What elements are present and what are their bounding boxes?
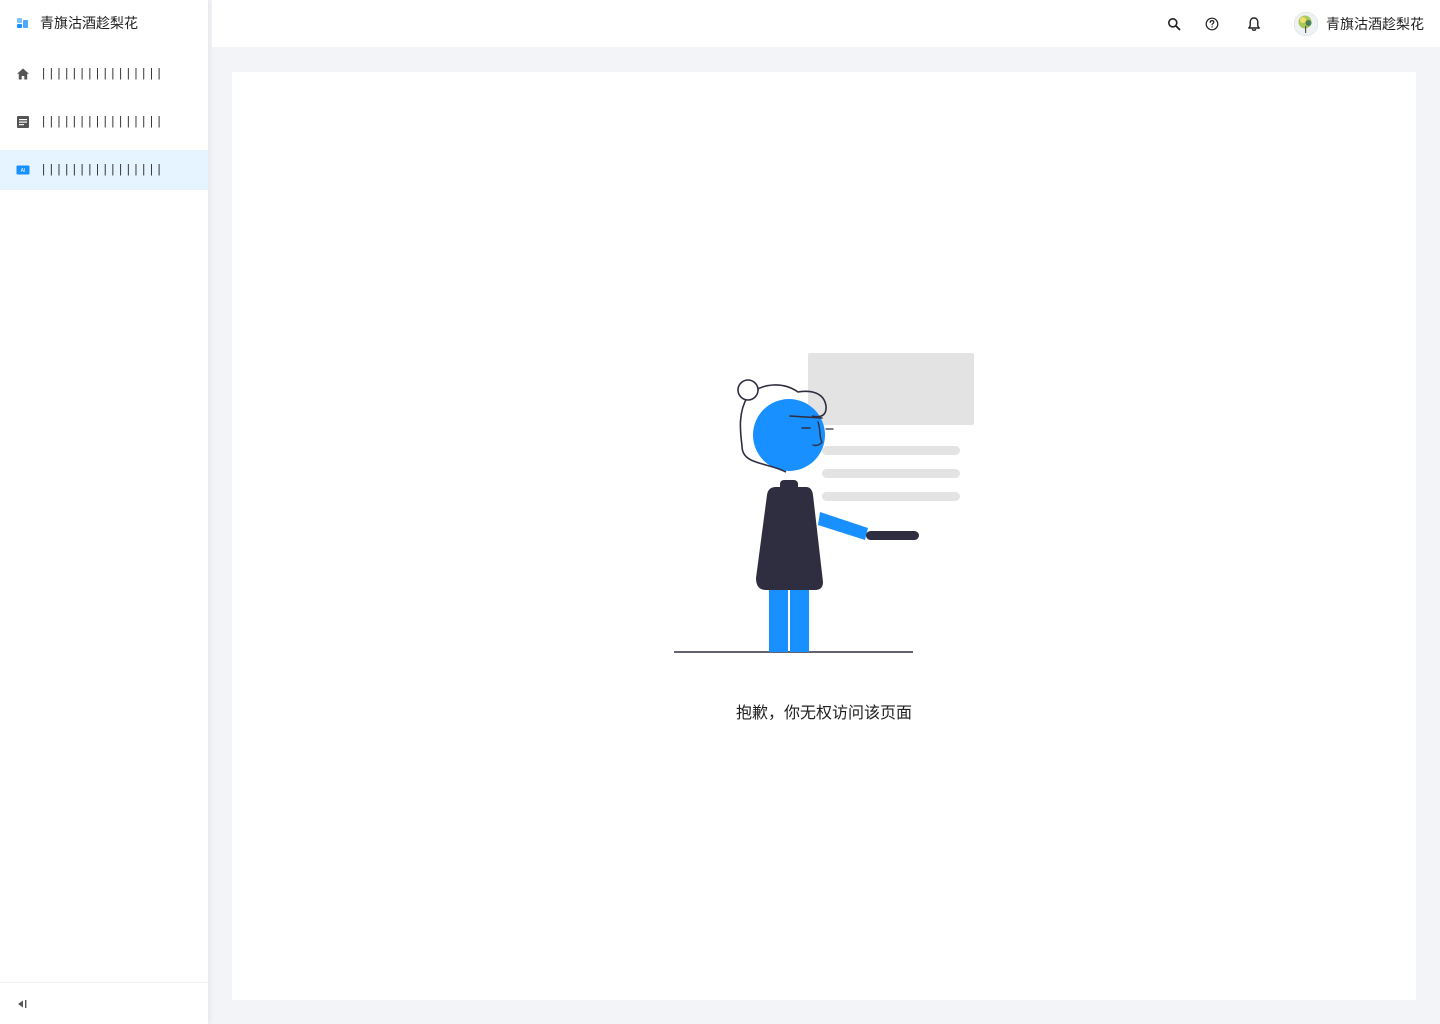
brand[interactable]: 青旗沽酒趁梨花 <box>0 0 208 46</box>
avatar <box>1294 11 1318 36</box>
brand-name: 青旗沽酒趁梨花 <box>40 15 138 31</box>
sidebar-item-label: |||||||||||||||| <box>40 115 164 129</box>
sidebar-item-label: |||||||||||||||| <box>40 163 164 177</box>
svg-text:AI: AI <box>21 168 26 174</box>
main-content: 抱歉，你无权访问该页面 <box>232 72 1416 1000</box>
user-name: 青旗沽酒趁梨花 <box>1326 15 1424 32</box>
document-icon <box>16 115 30 129</box>
sidebar-item-document[interactable]: |||||||||||||||| <box>0 102 208 142</box>
top-header: 青旗沽酒趁梨花 <box>212 0 1440 47</box>
collapse-sidebar-icon[interactable] <box>16 997 30 1011</box>
sidebar-item-home[interactable]: |||||||||||||||| <box>0 54 208 94</box>
no-permission-illustration <box>672 350 982 665</box>
home-icon <box>16 67 30 81</box>
sidebar-footer <box>0 982 208 1024</box>
bell-icon[interactable] <box>1244 14 1264 34</box>
user-menu[interactable]: 青旗沽酒趁梨花 <box>1294 11 1424 36</box>
sidebar-item-ai[interactable]: AI |||||||||||||||| <box>0 150 208 190</box>
search-icon[interactable] <box>1164 14 1184 34</box>
sidebar-menu: |||||||||||||||| |||||||||||||||| AI |||… <box>0 54 208 190</box>
no-permission-message: 抱歉，你无权访问该页面 <box>735 705 912 722</box>
sidebar: 青旗沽酒趁梨花 |||||||||||||||| |||||||||||||||… <box>0 0 208 1024</box>
ai-icon: AI <box>16 163 30 177</box>
sidebar-item-label: |||||||||||||||| <box>40 67 164 81</box>
app-logo-icon <box>15 15 31 31</box>
help-icon[interactable] <box>1202 14 1222 34</box>
